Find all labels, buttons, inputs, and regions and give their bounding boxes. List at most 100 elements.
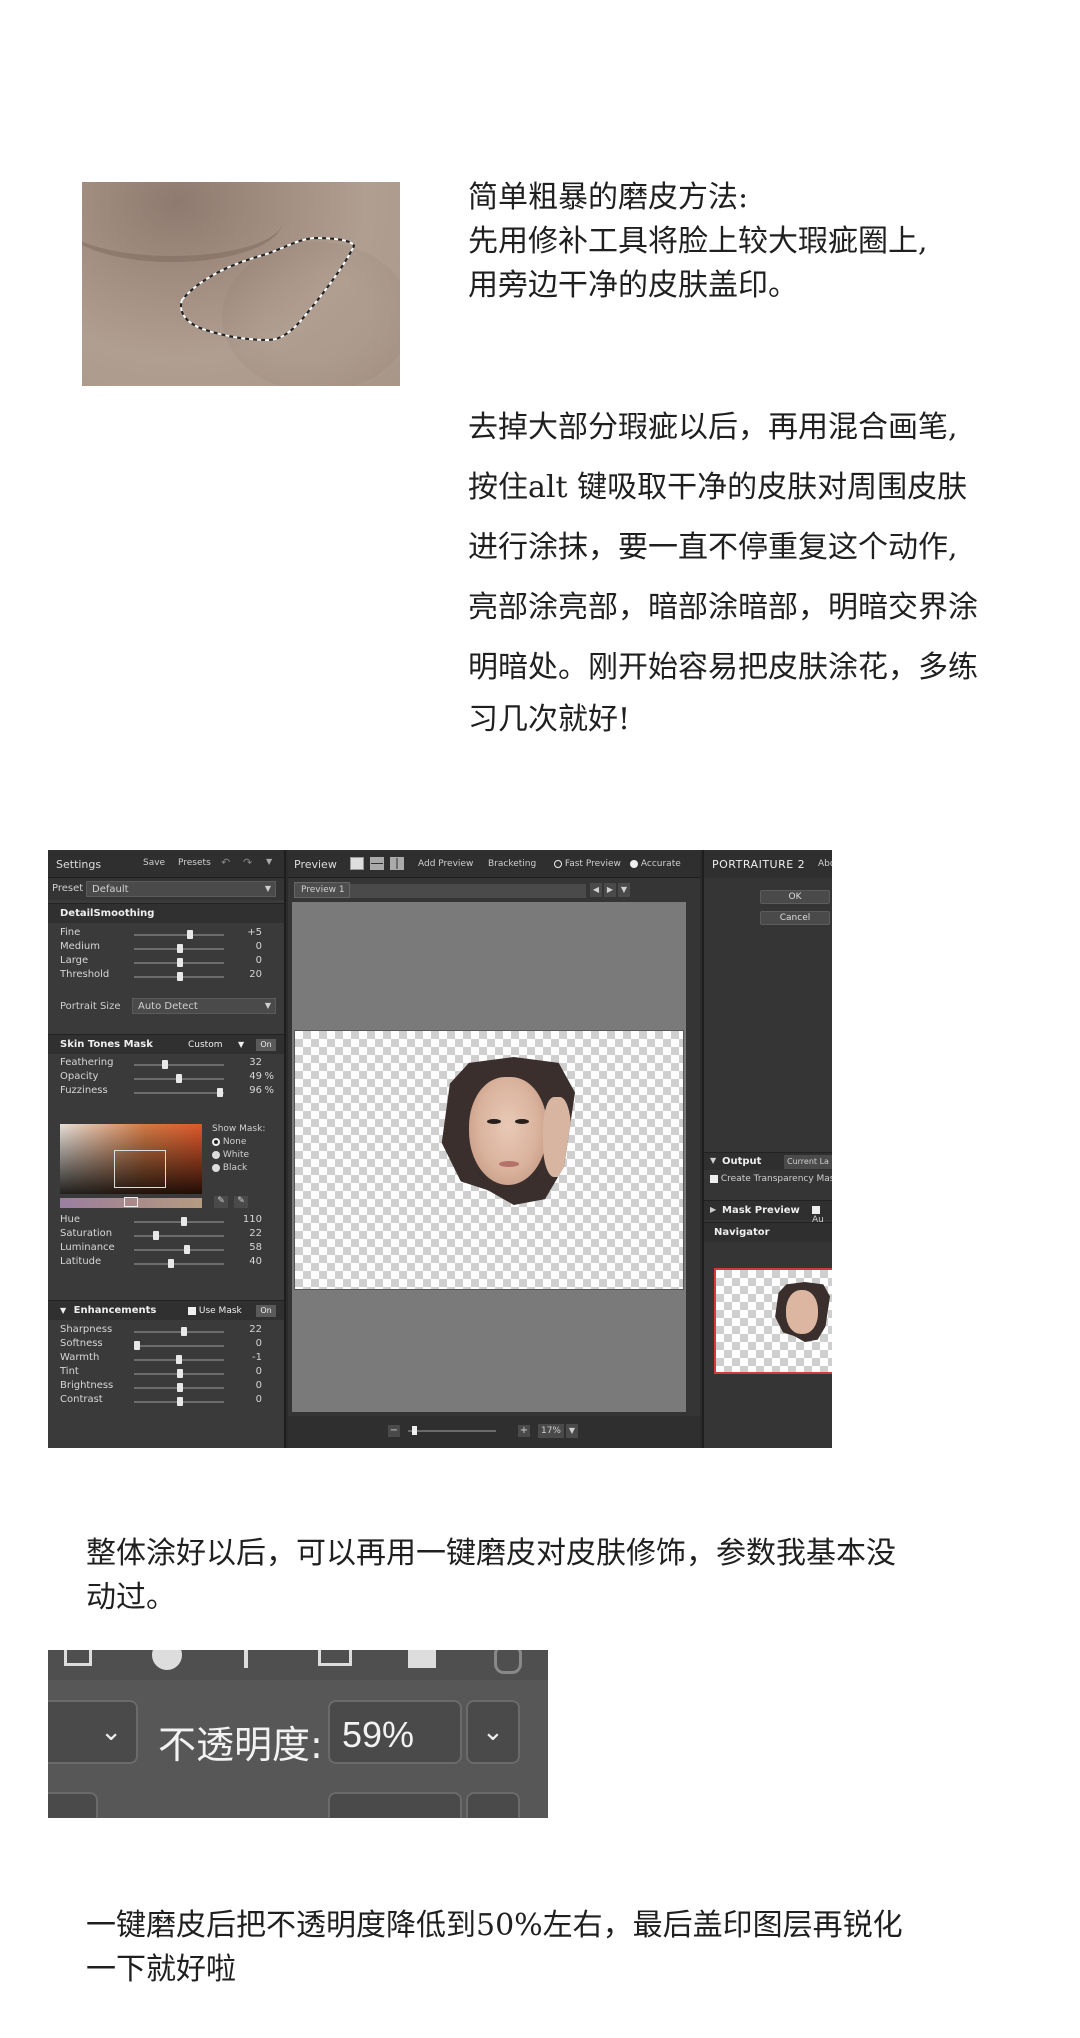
hsl-slider-row[interactable]: Latitude 40	[60, 1256, 274, 1272]
enh-slider-knob[interactable]	[176, 1355, 182, 1364]
zoom-slider-knob[interactable]	[412, 1426, 417, 1435]
color-selection-box[interactable]	[114, 1150, 166, 1188]
chevron-down-icon[interactable]: ▼	[618, 883, 630, 897]
presets-button[interactable]: Presets	[178, 858, 211, 868]
split-vertical-icon[interactable]	[390, 857, 404, 870]
skin-slider-knob[interactable]	[217, 1088, 223, 1097]
show-mask-option[interactable]: Black	[212, 1163, 282, 1173]
navigator-header[interactable]: Navigator	[704, 1222, 832, 1242]
hsl-slider-knob[interactable]	[181, 1217, 187, 1226]
hsl-slider-track[interactable]	[134, 1221, 224, 1223]
preview-toolbar: Preview Add Preview Bracketing Fast Prev…	[288, 850, 700, 878]
enh-slider-value: -1	[252, 1352, 262, 1363]
hsl-slider-track[interactable]	[134, 1263, 224, 1265]
hsl-slider-track[interactable]	[134, 1235, 224, 1237]
detail-slider-knob[interactable]	[177, 944, 183, 953]
enh-slider-knob[interactable]	[177, 1383, 183, 1392]
skin-slider-track[interactable]	[134, 1092, 224, 1094]
enh-slider-track[interactable]	[134, 1331, 224, 1333]
skin-slider-knob[interactable]	[176, 1074, 182, 1083]
preset-label: Preset	[52, 883, 84, 894]
about-link[interactable]: Abo	[818, 859, 832, 869]
transparency-mask-checkbox[interactable]: Create Transparency Mask	[710, 1174, 832, 1184]
adjustment-circle-icon[interactable]	[152, 1650, 182, 1670]
mask-preview-header[interactable]: ▶ Mask Preview Au	[704, 1200, 832, 1225]
detail-slider-track[interactable]	[134, 934, 224, 936]
preset-select[interactable]: Default ▼	[86, 881, 276, 897]
add-preview-button[interactable]: Add Preview	[418, 859, 473, 869]
skin-tones-mask-header[interactable]: Skin Tones Mask Custom ▼ On	[48, 1034, 284, 1054]
eyedropper-plus-icon[interactable]: ✎	[234, 1196, 248, 1208]
enh-slider-knob[interactable]	[134, 1341, 140, 1350]
hsl-slider-knob[interactable]	[184, 1245, 190, 1254]
opacity-input[interactable]: 59%	[328, 1700, 462, 1764]
lock-toggle-icon[interactable]	[494, 1650, 522, 1674]
smart-object-icon[interactable]	[408, 1650, 436, 1668]
enh-slider-knob[interactable]	[177, 1369, 183, 1378]
lock-field[interactable]	[48, 1792, 98, 1818]
accurate-radio[interactable]: Accurate	[630, 859, 681, 869]
skin-toggle[interactable]: On	[256, 1039, 276, 1051]
skin-slider-value: 96	[249, 1085, 262, 1096]
enh-slider-value: 0	[255, 1380, 262, 1391]
prev-icon[interactable]: ◀	[590, 883, 602, 897]
output-header[interactable]: ▼ Output Current La	[704, 1152, 832, 1170]
hue-strip[interactable]	[60, 1197, 202, 1208]
enh-slider-knob[interactable]	[177, 1397, 183, 1406]
skin-slider-track[interactable]	[134, 1064, 224, 1066]
transform-icon[interactable]	[318, 1650, 352, 1666]
tab-preview-1[interactable]: Preview 1	[294, 882, 350, 898]
hsl-slider-knob[interactable]	[153, 1231, 159, 1240]
hsl-slider-knob[interactable]	[168, 1259, 174, 1268]
opacity-dropdown-button[interactable]: ⌄	[466, 1700, 520, 1764]
ok-button[interactable]: OK	[760, 890, 830, 904]
undo-icon[interactable]: ↶	[221, 856, 230, 869]
skin-slider-row[interactable]: Fuzziness 96%	[60, 1085, 274, 1101]
zoom-slider[interactable]	[408, 1430, 496, 1432]
redo-icon[interactable]: ↷	[243, 856, 252, 869]
text-tool-icon[interactable]	[244, 1650, 248, 1668]
blend-mode-select[interactable]: ⌄	[48, 1700, 138, 1764]
bracketing-button[interactable]: Bracketing	[488, 859, 536, 869]
split-horizontal-icon[interactable]	[370, 857, 384, 870]
detail-slider-value: 20	[249, 969, 262, 980]
use-mask-checkbox[interactable]: Use Mask	[188, 1301, 242, 1321]
show-mask-option[interactable]: None	[212, 1137, 282, 1147]
step3-line: 整体涂好以后，可以再用一键磨皮对皮肤修饰，参数我基本没	[86, 1536, 896, 1571]
zoom-in-icon[interactable]: +	[518, 1425, 530, 1437]
chevron-down-icon[interactable]: ▼	[566, 1424, 578, 1438]
chevron-down-icon[interactable]: ▼	[266, 857, 272, 866]
output-select[interactable]: Current La	[784, 1155, 832, 1169]
portrait-size-select[interactable]: Auto Detect ▼	[132, 998, 276, 1014]
detail-smoothing-header[interactable]: DetailSmoothing	[48, 903, 284, 923]
navigator-thumbnail[interactable]	[714, 1268, 832, 1374]
skin-mode-select[interactable]: Custom	[188, 1035, 222, 1055]
hsl-slider-value: 40	[249, 1256, 262, 1267]
cancel-button[interactable]: Cancel	[760, 911, 830, 925]
show-mask-option[interactable]: White	[212, 1150, 282, 1160]
fill-dropdown-button[interactable]	[466, 1792, 520, 1818]
enh-slider-track[interactable]	[134, 1345, 224, 1347]
next-icon[interactable]: ▶	[604, 883, 616, 897]
detail-slider-knob[interactable]	[177, 972, 183, 981]
detail-slider-knob[interactable]	[177, 958, 183, 967]
zoom-value[interactable]: 17%	[538, 1424, 564, 1438]
hsl-slider-track[interactable]	[134, 1249, 224, 1251]
save-button[interactable]: Save	[143, 858, 165, 868]
preview-canvas[interactable]	[292, 902, 686, 1412]
single-view-icon[interactable]	[350, 857, 364, 870]
zoom-out-icon[interactable]: −	[388, 1425, 400, 1437]
enh-slider-row[interactable]: Contrast 0	[60, 1394, 274, 1410]
image-icon[interactable]	[64, 1650, 92, 1666]
detail-slider-value: +5	[247, 927, 262, 938]
enh-slider-knob[interactable]	[181, 1327, 187, 1336]
detail-slider-row[interactable]: Threshold 20	[60, 969, 274, 985]
skin-slider-knob[interactable]	[162, 1060, 168, 1069]
eyedropper-icon[interactable]: ✎	[214, 1196, 228, 1208]
fill-input[interactable]	[328, 1792, 462, 1818]
enhancements-header[interactable]: ▼ Enhancements Use Mask On	[48, 1300, 284, 1320]
detail-slider-knob[interactable]	[187, 930, 193, 939]
enh-toggle[interactable]: On	[256, 1305, 276, 1317]
fast-preview-radio[interactable]: Fast Preview	[554, 859, 621, 869]
skin-color-picker[interactable]	[60, 1124, 202, 1194]
